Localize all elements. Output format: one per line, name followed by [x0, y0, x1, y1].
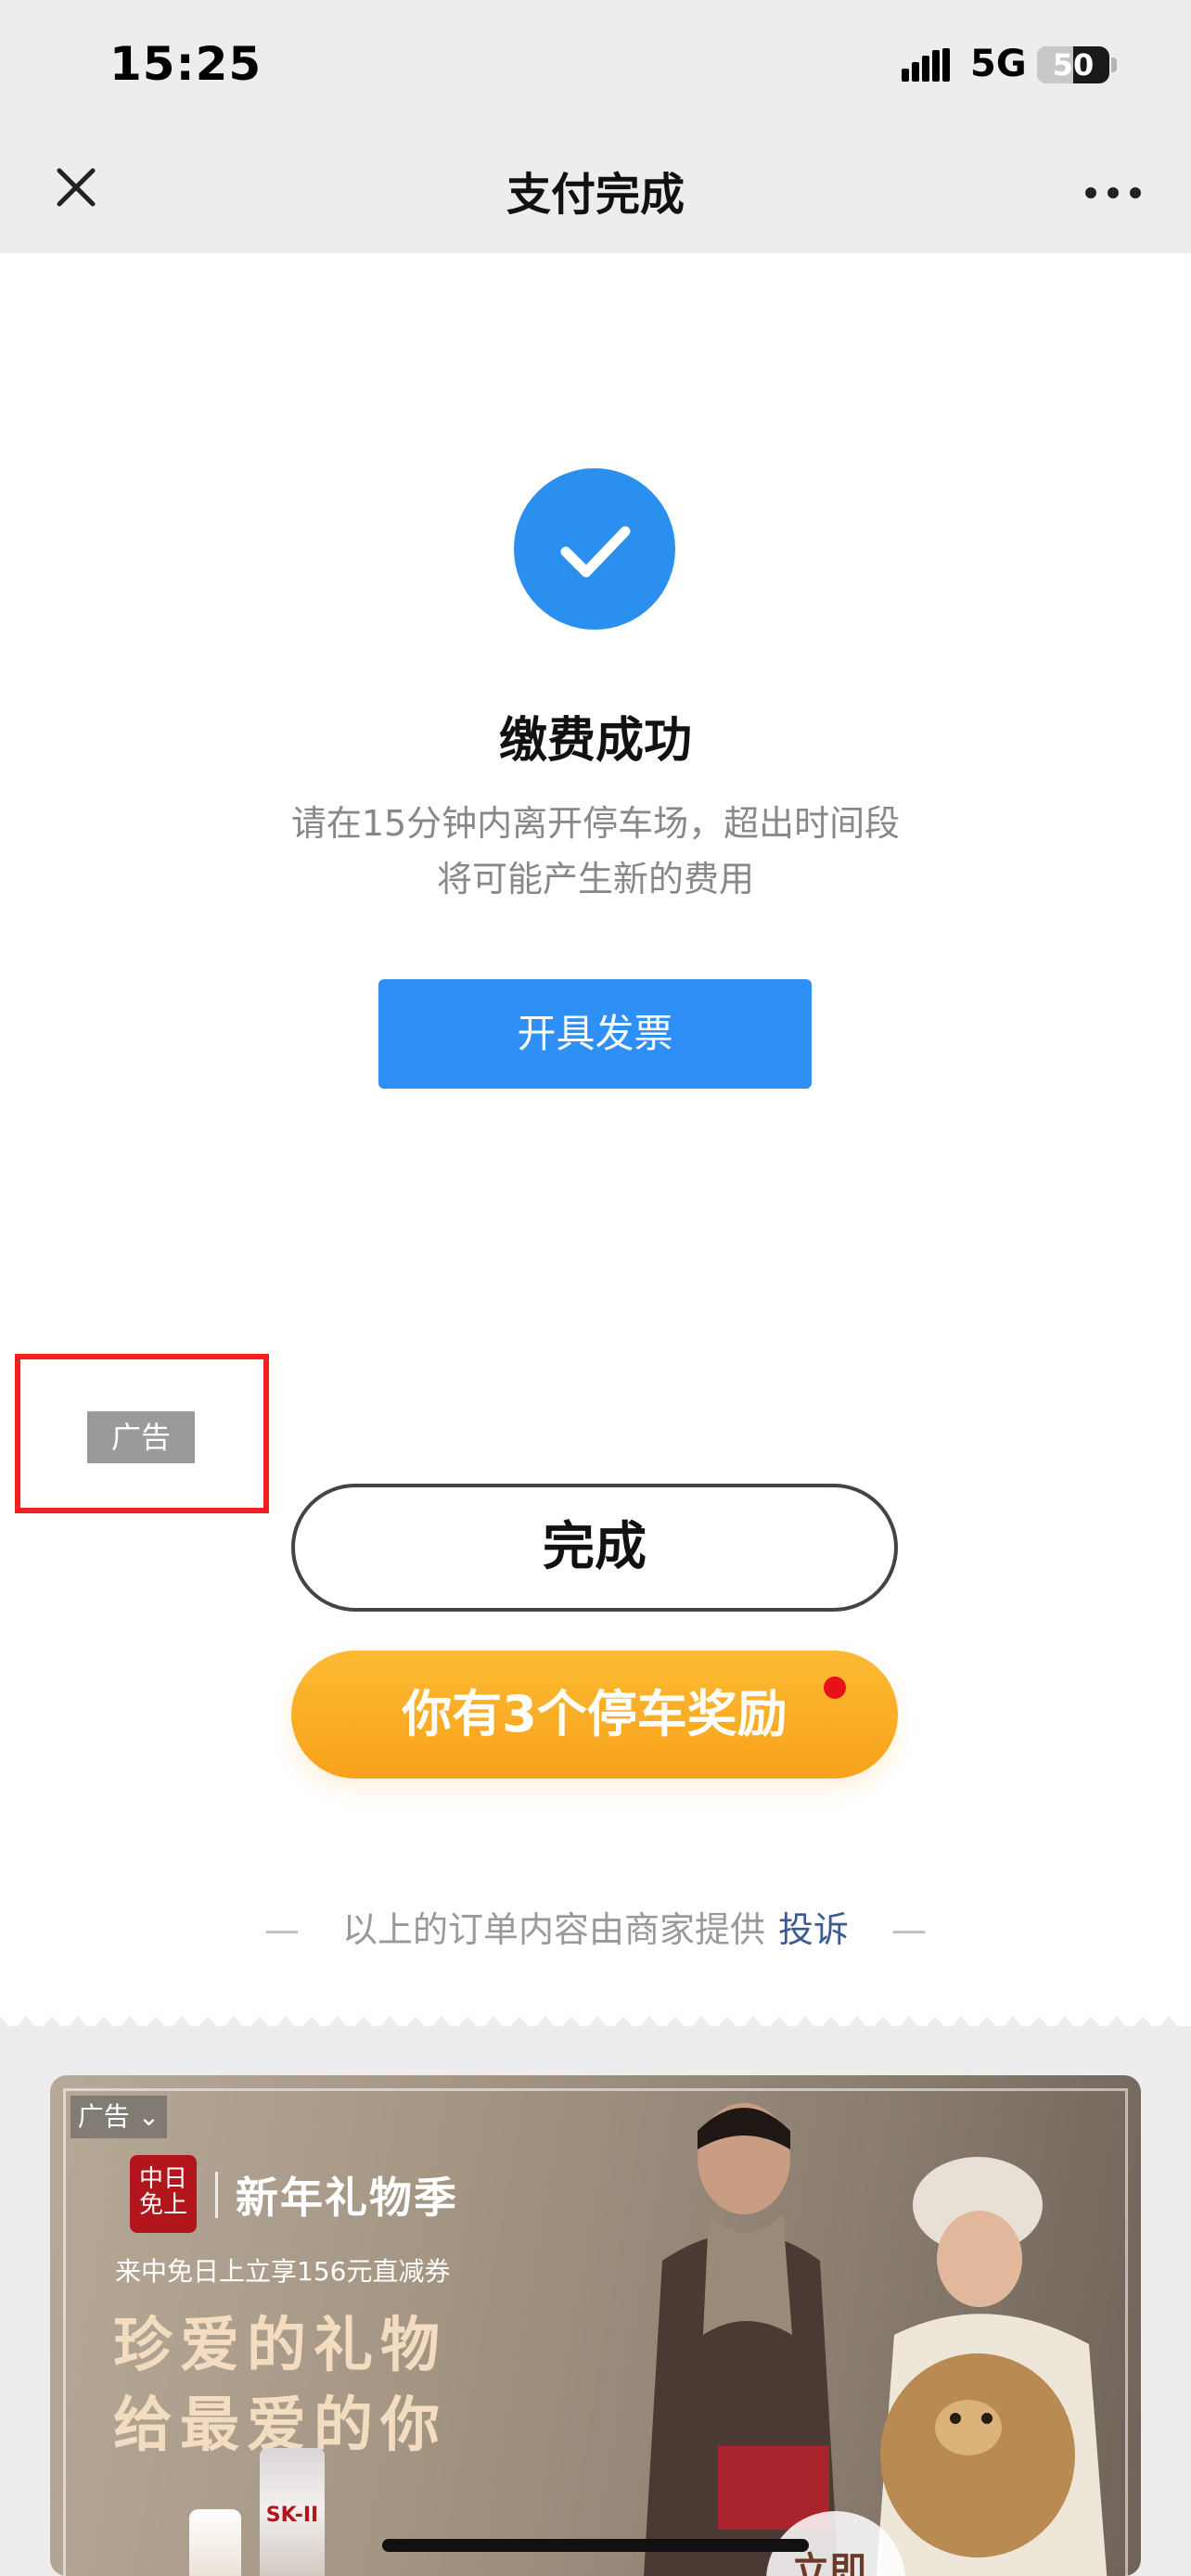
signal-icon: [902, 48, 950, 82]
product-bottle: [189, 2509, 241, 2576]
brand-title: 新年礼物季: [236, 2173, 458, 2223]
merchant-text: 以上的订单内容由商家提供: [341, 1909, 765, 1950]
done-button[interactable]: 完成: [291, 1484, 898, 1612]
battery-nub: [1111, 57, 1117, 72]
ad-banner[interactable]: 广告 ⌄ 中日免上 新年礼物季 来中免日上立享156元直减券 珍爱的礼物 给最爱…: [50, 2075, 1141, 2576]
status-time: 15:25: [109, 37, 263, 91]
brand-separator: [215, 2172, 218, 2218]
battery-indicator: 50: [1037, 46, 1109, 83]
complain-link[interactable]: 投诉: [778, 1909, 849, 1950]
notification-dot: [824, 1677, 846, 1699]
battery-level: 50: [1052, 47, 1095, 83]
notice-text: 请在15分钟内离开停车场，超出时间段 将可能产生新的费用: [0, 796, 1191, 907]
zigzag-divider: [0, 2016, 1191, 2031]
slogan-line-1: 珍爱的礼物: [113, 2312, 447, 2380]
check-icon: [560, 526, 631, 578]
more-dots-icon[interactable]: [1076, 174, 1150, 211]
brand-seal-logo: 中日免上: [130, 2155, 197, 2233]
merchant-info: — 以上的订单内容由商家提供 投诉 —: [0, 1901, 1191, 1952]
page-title: 支付完成: [506, 169, 685, 221]
notice-line-1: 请在15分钟内离开停车场，超出时间段: [290, 803, 901, 844]
product-bottle-skii: SK-II: [260, 2448, 325, 2576]
ad-tag: 广告: [87, 1411, 195, 1463]
banner-ad-tag[interactable]: 广告 ⌄: [70, 2096, 167, 2138]
success-title: 缴费成功: [498, 713, 692, 769]
home-indicator: [382, 2539, 809, 2552]
parking-reward-button[interactable]: 你有3个停车奖励: [291, 1651, 898, 1779]
divider-dash-right: —: [891, 1909, 928, 1950]
bottle-label: SK-II: [265, 2504, 319, 2527]
divider-dash-left: —: [263, 1909, 300, 1950]
invoice-button[interactable]: 开具发票: [378, 979, 812, 1089]
network-type: 5G: [970, 43, 1027, 85]
man-figure: [644, 2103, 839, 2576]
success-badge: [514, 468, 675, 630]
banner-ad-tag-label: 广告: [77, 2101, 130, 2132]
woman-figure: [876, 2157, 1108, 2576]
notice-line-2: 将可能产生新的费用: [436, 859, 754, 899]
promo-line: 来中免日上立享156元直减券: [115, 2256, 451, 2287]
